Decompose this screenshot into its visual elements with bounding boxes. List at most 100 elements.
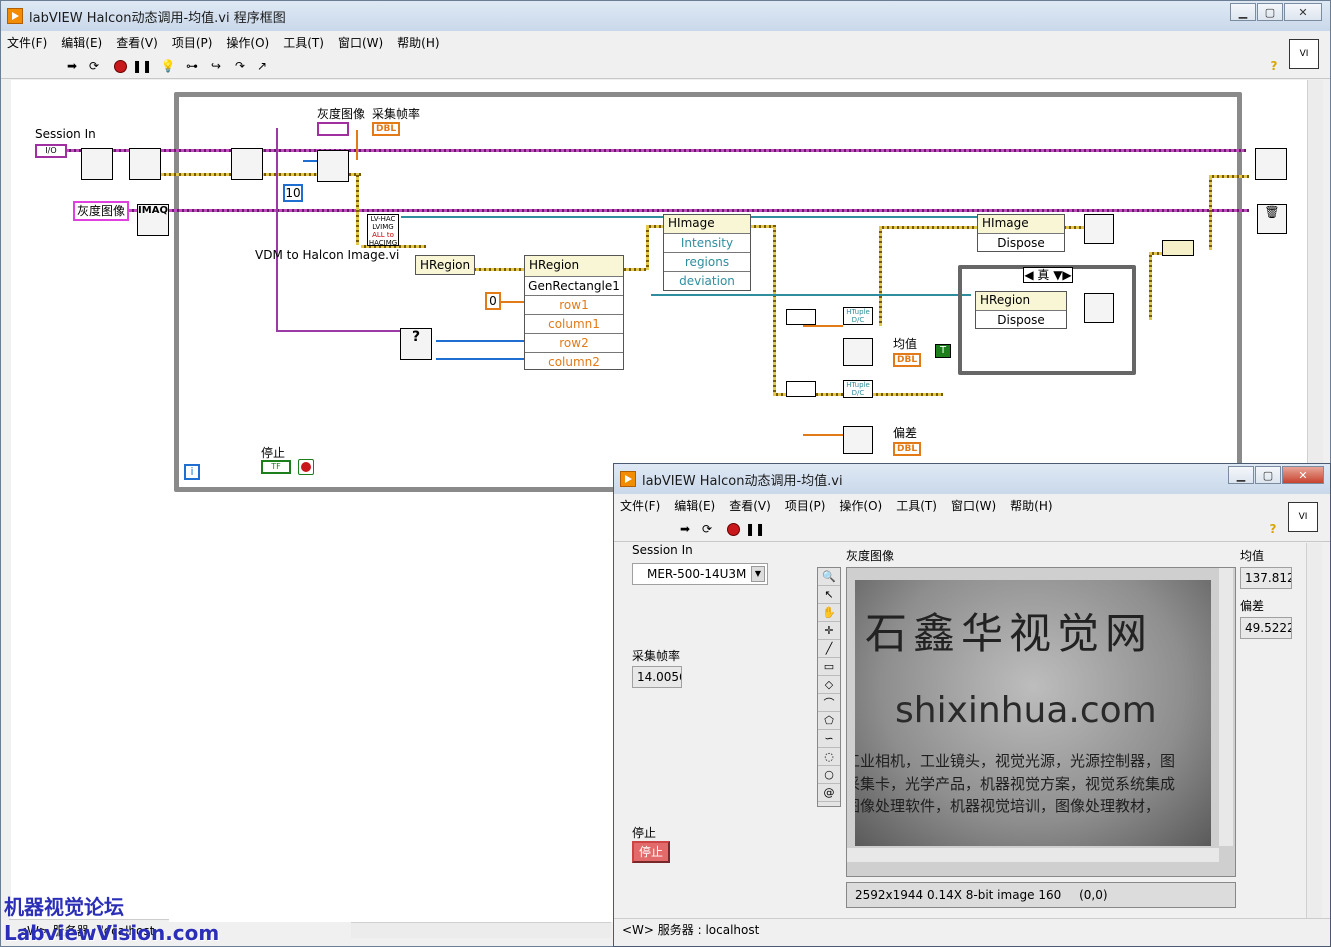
menu-help[interactable]: 帮助(H) xyxy=(1010,497,1052,514)
regions-param[interactable]: regions xyxy=(664,252,750,271)
zoom-icon[interactable]: 🔍 xyxy=(818,568,840,586)
annulus-icon[interactable]: ◌ xyxy=(818,748,840,766)
imaqdx-start-icon[interactable] xyxy=(231,148,263,180)
row1-param[interactable]: row1 xyxy=(525,295,623,314)
row2-param[interactable]: row2 xyxy=(525,333,623,352)
step-over-icon[interactable]: ↷ xyxy=(231,57,249,75)
merge-errors-icon[interactable] xyxy=(1162,240,1194,256)
freehand-icon[interactable]: ∽ xyxy=(818,730,840,748)
htuple-d-c-1[interactable]: HTuple D/C xyxy=(843,307,873,325)
menu-window[interactable]: 窗口(W) xyxy=(338,34,383,51)
run-continuously-icon[interactable]: ⟳ xyxy=(698,520,716,538)
oval-icon[interactable]: ○ xyxy=(818,766,840,784)
imaqdx-grab-icon[interactable] xyxy=(317,150,349,182)
pointer-icon[interactable]: ↖ xyxy=(818,586,840,604)
imaqdx-open-icon[interactable] xyxy=(81,148,113,180)
highlight-execution-icon[interactable]: 💡 xyxy=(159,57,177,75)
menu-view[interactable]: 查看(V) xyxy=(729,497,771,514)
column1-param[interactable]: column1 xyxy=(525,314,623,333)
menu-tools[interactable]: 工具(T) xyxy=(896,497,937,514)
context-help-icon[interactable]: ? xyxy=(1265,57,1283,75)
stop-button[interactable]: 停止 xyxy=(632,841,670,863)
session-in-terminal[interactable]: I/O xyxy=(35,144,67,158)
menu-help[interactable]: 帮助(H) xyxy=(397,34,439,51)
rotated-rect-icon[interactable]: ◇ xyxy=(818,676,840,694)
panel-titlebar[interactable]: labVIEW Halcon动态调用-均值.vi ▁ ▢ ✕ xyxy=(614,464,1330,494)
image-horizontal-scrollbar[interactable] xyxy=(847,848,1219,862)
hregion-dispose-node[interactable]: HRegion Dispose xyxy=(975,291,1067,329)
index-array-icon-1[interactable] xyxy=(843,338,873,366)
menu-project[interactable]: 项目(P) xyxy=(785,497,826,514)
camera-image[interactable]: 石鑫华视觉网 shixinhua.com 工业相机，工业镜头，视觉光源，光源控制… xyxy=(855,580,1211,846)
maximize-button[interactable]: ▢ xyxy=(1255,466,1281,484)
himage-intensity-node[interactable]: HImage Intensity regions deviation xyxy=(663,214,751,291)
menu-operate[interactable]: 操作(O) xyxy=(839,497,882,514)
zero-constant[interactable]: 0 xyxy=(485,292,501,310)
spiral-icon[interactable]: @ xyxy=(818,784,840,802)
close-button[interactable]: ✕ xyxy=(1284,3,1322,21)
imaqdx-close-icon[interactable] xyxy=(1255,148,1287,180)
minimize-button[interactable]: ▁ xyxy=(1230,3,1256,21)
deviation-param[interactable]: deviation xyxy=(664,271,750,290)
imaq-create-icon[interactable]: IMAQ xyxy=(137,204,169,236)
image-display[interactable]: 石鑫华视觉网 shixinhua.com 工业相机，工业镜头，视觉光源，光源控制… xyxy=(846,567,1236,877)
maximize-button[interactable]: ▢ xyxy=(1257,3,1283,21)
htuple-convert-2[interactable] xyxy=(786,381,816,397)
crosshair-icon[interactable]: ✛ xyxy=(818,622,840,640)
intensity-method[interactable]: Intensity xyxy=(664,233,750,252)
chevron-down-icon[interactable]: ▼ xyxy=(751,566,765,582)
context-help-icon[interactable]: ? xyxy=(1264,520,1282,538)
vi-icon[interactable]: VI xyxy=(1289,39,1319,69)
case-selector[interactable]: ◀ 真 ▼▶ xyxy=(1023,267,1073,283)
menu-edit[interactable]: 编辑(E) xyxy=(674,497,715,514)
imaq-dispose-icon[interactable]: 🗑 xyxy=(1257,204,1287,234)
menu-edit[interactable]: 编辑(E) xyxy=(61,34,102,51)
abort-icon[interactable] xyxy=(111,57,129,75)
run-arrow-icon[interactable]: ➡ xyxy=(63,57,81,75)
run-continuously-icon[interactable]: ⟳ xyxy=(85,57,103,75)
gray-image-control-terminal[interactable]: 灰度图像 xyxy=(73,201,129,221)
menu-operate[interactable]: 操作(O) xyxy=(226,34,269,51)
abort-icon[interactable] xyxy=(724,520,742,538)
vdm-to-halcon-vi[interactable]: LV-HAC LVIMG ALL to HACIMG xyxy=(367,214,399,247)
vi-icon[interactable]: VI xyxy=(1288,502,1318,532)
image-vertical-scrollbar[interactable] xyxy=(1219,568,1233,846)
true-constant[interactable]: T xyxy=(935,344,951,358)
genrectangle1-invoke-node[interactable]: HRegion GenRectangle1 row1 column1 row2 … xyxy=(524,255,624,370)
himage-dispose-node[interactable]: HImage Dispose xyxy=(977,214,1065,252)
rectangle-icon[interactable]: ▭ xyxy=(818,658,840,676)
minimize-button[interactable]: ▁ xyxy=(1228,466,1254,484)
column2-param[interactable]: column2 xyxy=(525,352,623,371)
line-icon[interactable]: ╱ xyxy=(818,640,840,658)
menu-file[interactable]: 文件(F) xyxy=(620,497,660,514)
session-in-dropdown[interactable]: MER-500-14U3M ▼ xyxy=(632,563,768,585)
menu-project[interactable]: 项目(P) xyxy=(172,34,213,51)
polyline-icon[interactable]: ⌒ xyxy=(818,694,840,712)
run-arrow-icon[interactable]: ➡ xyxy=(676,520,694,538)
polygon-icon[interactable]: ⬠ xyxy=(818,712,840,730)
diagram-titlebar[interactable]: labVIEW Halcon动态调用-均值.vi 程序框图 ▁ ▢ ✕ xyxy=(1,1,1330,31)
panel-vertical-scrollbar[interactable] xyxy=(1306,543,1322,919)
diagram-horizontal-scrollbar[interactable] xyxy=(351,922,611,938)
pause-icon[interactable]: ❚❚ xyxy=(745,520,765,538)
menu-window[interactable]: 窗口(W) xyxy=(951,497,996,514)
menu-file[interactable]: 文件(F) xyxy=(7,34,47,51)
pan-icon[interactable]: ✋ xyxy=(818,604,840,622)
image-size-icon[interactable]: ? xyxy=(400,328,432,360)
menu-view[interactable]: 查看(V) xyxy=(116,34,158,51)
htuple-d-c-2[interactable]: HTuple D/C xyxy=(843,380,873,398)
menu-tools[interactable]: 工具(T) xyxy=(283,34,324,51)
htuple-convert-1[interactable] xyxy=(786,309,816,325)
hregion-constructor-node[interactable]: HRegion xyxy=(415,255,476,275)
close-reference-icon-1[interactable] xyxy=(1084,214,1114,244)
step-into-icon[interactable]: ↪ xyxy=(207,57,225,75)
stop-terminal[interactable]: TF xyxy=(261,460,291,474)
close-reference-icon-2[interactable] xyxy=(1084,293,1114,323)
loop-condition-icon[interactable] xyxy=(298,459,314,475)
retain-wire-values-icon[interactable]: ⊶ xyxy=(183,57,201,75)
ten-constant[interactable]: 10 xyxy=(283,184,303,202)
step-out-icon[interactable]: ↗ xyxy=(253,57,271,75)
pause-icon[interactable]: ❚❚ xyxy=(132,57,152,75)
index-array-icon-2[interactable] xyxy=(843,426,873,454)
imaqdx-configure-icon[interactable] xyxy=(129,148,161,180)
